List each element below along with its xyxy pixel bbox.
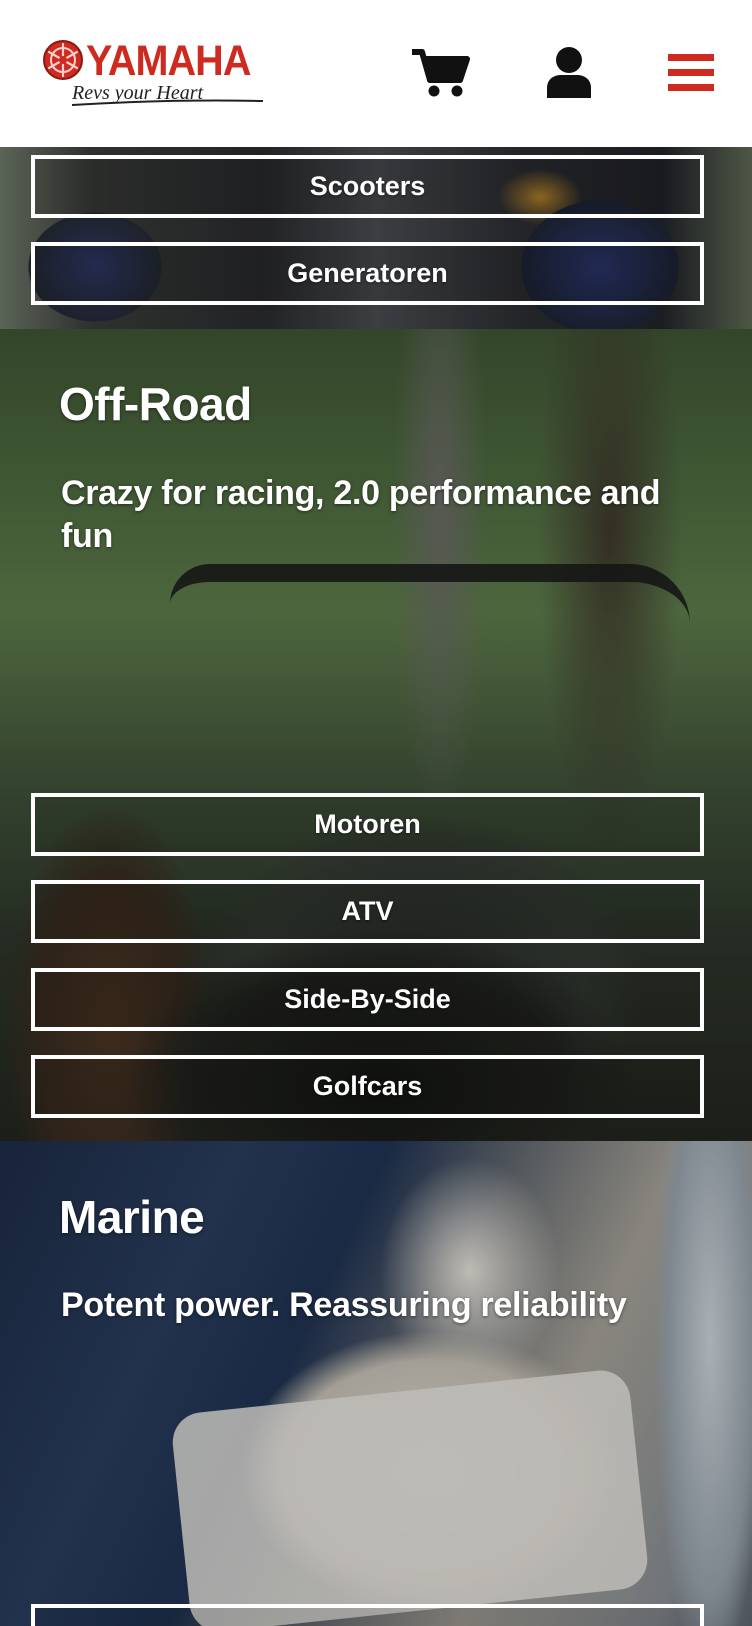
golfcars-button[interactable]: Golfcars [31, 1055, 704, 1118]
section-title: Off-Road [59, 378, 252, 430]
section-subtitle: Crazy for racing, 2.0 performance and fu… [61, 474, 661, 555]
section-title: Marine [59, 1191, 205, 1243]
section-subtitle: Potent power. Reassuring reliability [61, 1286, 627, 1324]
marine-section: Marine Potent power. Reassuring reliabil… [0, 1141, 752, 1626]
tagline-swoosh [71, 99, 264, 106]
yamaha-logo-icon [43, 40, 83, 80]
motoren-button[interactable]: Motoren [31, 793, 704, 856]
street-section: Scooters Generatoren [0, 147, 752, 329]
scooters-button[interactable]: Scooters [31, 155, 704, 218]
site-header: YAMAHA Revs your Heart [0, 0, 752, 147]
offroad-section: Off-Road Crazy for racing, 2.0 performan… [0, 329, 752, 1141]
user-icon[interactable] [546, 46, 592, 98]
marine-category-button[interactable] [31, 1604, 704, 1626]
generatoren-button[interactable]: Generatoren [31, 242, 704, 305]
cart-icon[interactable] [410, 46, 470, 98]
yamaha-logo[interactable]: YAMAHA Revs your Heart [40, 36, 264, 108]
brand-wordmark: YAMAHA [86, 37, 251, 85]
atv-button[interactable]: ATV [31, 880, 704, 943]
menu-icon[interactable] [668, 52, 714, 94]
side-by-side-button[interactable]: Side-By-Side [31, 968, 704, 1031]
